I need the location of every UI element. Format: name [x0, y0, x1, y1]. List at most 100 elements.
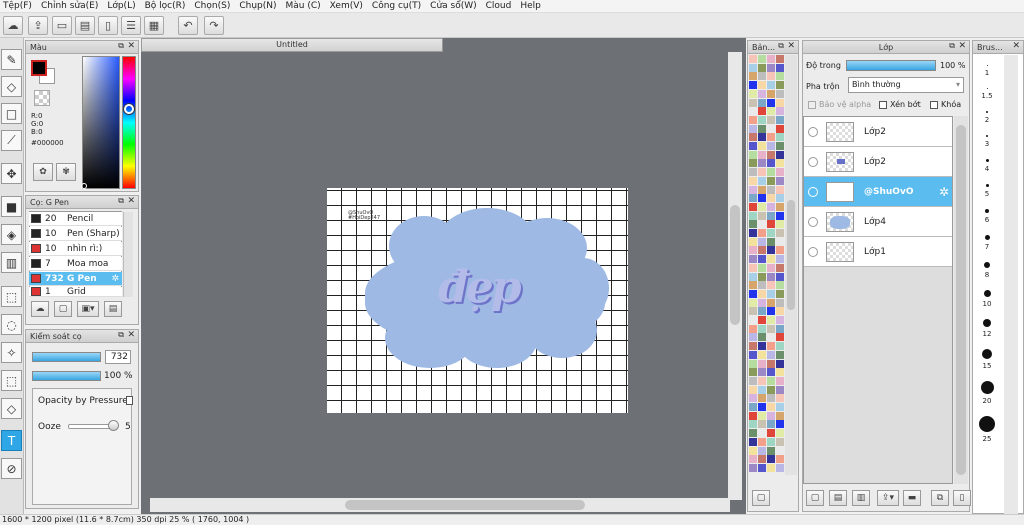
menu-help[interactable]: Help: [520, 1, 541, 11]
color-swatch[interactable]: [749, 324, 757, 333]
undo-icon[interactable]: ↶: [178, 16, 198, 35]
select-pen-icon[interactable]: ⬚: [1, 370, 22, 391]
color-swatch[interactable]: [776, 368, 784, 377]
color-swatch[interactable]: [776, 98, 784, 107]
new-layer-8bit-icon[interactable]: ▤: [829, 490, 847, 506]
layer-row[interactable]: @ShuOvO ✲: [804, 177, 952, 207]
color-swatch[interactable]: [749, 420, 757, 429]
color-swatch[interactable]: [776, 89, 784, 98]
close-icon[interactable]: ✕: [787, 41, 795, 51]
color-swatch[interactable]: [749, 176, 757, 185]
visibility-icon[interactable]: [808, 186, 818, 197]
text-tool-icon[interactable]: T: [1, 430, 22, 451]
lasso-tool-icon[interactable]: ◌: [1, 314, 22, 335]
visibility-icon[interactable]: [808, 126, 818, 137]
color-swatch[interactable]: [767, 263, 775, 272]
color-swatch[interactable]: [776, 63, 784, 72]
grid-icon[interactable]: ▦: [144, 16, 164, 35]
color-swatch[interactable]: [749, 385, 757, 394]
color-swatch[interactable]: [776, 168, 784, 177]
brush-size-dot[interactable]: [985, 209, 989, 213]
select-tool-icon[interactable]: ⬚: [1, 286, 22, 307]
color-swatch[interactable]: [776, 255, 784, 264]
color-swatch[interactable]: [749, 376, 757, 385]
new-palette-icon[interactable]: ▢: [752, 490, 770, 506]
color-swatch[interactable]: [767, 403, 775, 411]
color-swatch[interactable]: [767, 211, 775, 220]
maximize-icon[interactable]: ⧉: [949, 41, 955, 51]
brush-size-dot[interactable]: [986, 111, 988, 113]
color-swatch[interactable]: [767, 281, 775, 290]
color-swatch[interactable]: [758, 142, 766, 150]
color-swatch[interactable]: [776, 107, 784, 116]
brush-size-dot[interactable]: [986, 88, 988, 89]
palette-scrollbar-thumb[interactable]: [787, 200, 795, 310]
gradient-tool-icon[interactable]: ▥: [1, 252, 22, 273]
brush-size-dot[interactable]: [983, 290, 991, 297]
color-swatch[interactable]: [758, 229, 766, 237]
visibility-icon[interactable]: [808, 216, 818, 227]
rectangle-tool-icon[interactable]: □: [1, 103, 22, 124]
color-swatch[interactable]: [758, 376, 766, 385]
color-swatch[interactable]: [776, 324, 784, 333]
color-swatch[interactable]: [749, 168, 757, 177]
color-swatch[interactable]: [749, 237, 757, 246]
color-swatch[interactable]: [767, 55, 775, 63]
brush-size-dot[interactable]: [979, 416, 995, 432]
document-icon[interactable]: ▯: [98, 16, 118, 35]
color-swatch[interactable]: [758, 63, 766, 72]
select-eraser-icon[interactable]: ◇: [1, 398, 22, 419]
color-swatch[interactable]: [749, 281, 757, 290]
maximize-icon[interactable]: ⧉: [118, 196, 124, 206]
color-swatch[interactable]: [776, 316, 784, 324]
layer-opacity-slider[interactable]: [846, 60, 936, 71]
color-swatch[interactable]: [749, 455, 757, 464]
color-swatch[interactable]: [776, 298, 784, 307]
color-swatch[interactable]: [776, 385, 784, 394]
color-picker-cursor[interactable]: [81, 183, 87, 189]
menu-select[interactable]: Chọn(S): [194, 1, 230, 11]
hue-slider-handle[interactable]: [124, 104, 134, 114]
brush-item-grid[interactable]: 1 Grid: [29, 287, 122, 297]
maximize-icon[interactable]: ⧉: [118, 330, 124, 340]
color-swatch[interactable]: [776, 55, 784, 63]
color-swatch[interactable]: [776, 72, 784, 81]
menu-window[interactable]: Cửa sổ(W): [430, 1, 476, 11]
color-swatch[interactable]: [776, 376, 784, 385]
color-swatch[interactable]: [767, 246, 775, 255]
color-swatch[interactable]: [758, 281, 766, 290]
color-swatch[interactable]: [776, 229, 784, 237]
document-tab[interactable]: Untitled: [141, 38, 443, 52]
menu-view[interactable]: Xem(V): [330, 1, 363, 11]
color-swatch[interactable]: [776, 350, 784, 359]
color-swatch[interactable]: [776, 185, 784, 194]
color-swatch[interactable]: [758, 324, 766, 333]
brush-size-dot[interactable]: [986, 135, 988, 137]
color-swatch[interactable]: [749, 333, 757, 342]
color-swatch[interactable]: [749, 316, 757, 324]
color-swatch[interactable]: [758, 307, 766, 316]
color-swatch[interactable]: [776, 359, 784, 368]
color-swatch[interactable]: [749, 403, 757, 411]
color-swatch[interactable]: [749, 63, 757, 72]
color-swatch[interactable]: [758, 403, 766, 411]
color-swatch[interactable]: [758, 133, 766, 142]
ooze-slider-handle[interactable]: [108, 420, 119, 431]
color-swatch[interactable]: [758, 446, 766, 455]
color-swatch[interactable]: [758, 333, 766, 342]
brush-size-dot[interactable]: [986, 65, 988, 66]
eraser-tool-icon[interactable]: ◇: [1, 76, 22, 97]
color-swatch[interactable]: [758, 124, 766, 133]
color-swatch[interactable]: [776, 420, 784, 429]
color-swatch[interactable]: [758, 107, 766, 116]
new-layer-1bit-icon[interactable]: ▥: [852, 490, 870, 506]
color-swatch[interactable]: [767, 307, 775, 316]
color-swatch[interactable]: [749, 133, 757, 142]
vertical-scrollbar-thumb[interactable]: [730, 205, 740, 325]
protect-alpha-option[interactable]: Bảo vệ alpha: [808, 100, 871, 109]
fill-rect-tool-icon[interactable]: ■: [1, 196, 22, 217]
color-swatch[interactable]: [767, 133, 775, 142]
color-swatch[interactable]: [776, 281, 784, 290]
close-icon[interactable]: ✕: [127, 41, 135, 51]
color-swatch[interactable]: [776, 437, 784, 446]
